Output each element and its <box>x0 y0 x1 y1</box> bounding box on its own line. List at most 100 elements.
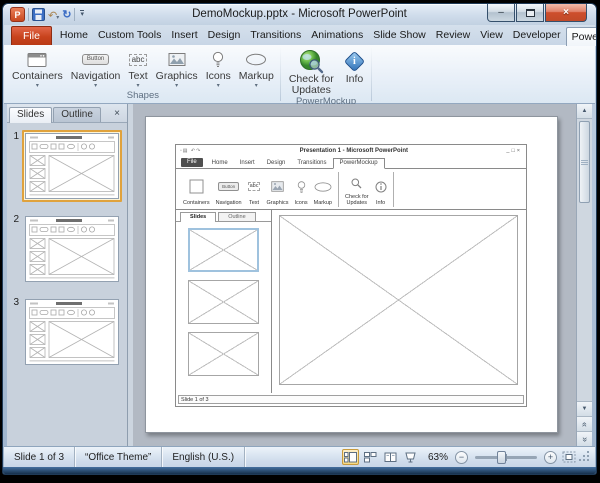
globe-search-icon <box>299 48 324 74</box>
mockup-title: Presentation 1 - Microsoft PowerPoint <box>201 148 506 154</box>
slide-show-view-button[interactable] <box>402 449 419 465</box>
zoom-slider-tick <box>506 454 507 461</box>
screen: P ↶▾ ↻ ▾ DemoMockup.pptx - Microsoft Pow… <box>0 0 600 483</box>
zoom-level[interactable]: 63% <box>428 452 448 463</box>
scrollbar-grip <box>581 162 588 163</box>
tab-design[interactable]: Design <box>203 26 246 45</box>
dropdown-icon: ▾ <box>137 83 140 90</box>
double-chevron-up-icon: « <box>580 421 589 426</box>
button-pill-icon: Button <box>82 48 109 71</box>
slide-thumbnail[interactable] <box>22 213 122 285</box>
fit-to-window-button[interactable] <box>560 449 577 465</box>
tab-file[interactable]: File <box>11 26 52 45</box>
mockup-tab-file: File <box>181 158 203 167</box>
abc-text-icon: abc <box>129 48 148 71</box>
mockup-info-circle-icon <box>375 173 387 200</box>
reading-view-button[interactable] <box>382 449 399 465</box>
mockup-button-pill-icon: Button <box>218 173 239 200</box>
info-button[interactable]: i Info <box>340 46 370 96</box>
slide-sorter-view-button[interactable] <box>362 449 379 465</box>
mockup-tab-home: Home <box>206 159 234 168</box>
vertical-scrollbar: ▲ ▼ « « <box>576 104 592 446</box>
slide-thumbnail-wireframe <box>25 299 119 365</box>
resize-grip[interactable] <box>580 451 591 463</box>
window-bottom-frame <box>3 467 596 474</box>
scrollbar-thumb[interactable] <box>579 121 590 203</box>
slide-number: 2 <box>7 213 22 285</box>
mockup-containers-button: Containers <box>180 171 213 208</box>
tab-developer[interactable]: Developer <box>508 26 566 45</box>
tab-review[interactable]: Review <box>431 26 475 45</box>
mockup-status-bar: Slide 1 of 3 <box>178 395 524 404</box>
slides-panel: Slides Outline × 1 <box>7 104 128 446</box>
mockup-info-button: Info <box>372 171 390 208</box>
tab-transitions[interactable]: Transitions <box>245 26 306 45</box>
normal-view-icon <box>344 452 357 463</box>
mockup-graphics-button: Graphics <box>263 171 291 208</box>
graphics-button[interactable]: Graphics ▾ <box>152 46 202 90</box>
normal-view-button[interactable] <box>342 449 359 465</box>
mockup-tab-insert: Insert <box>234 159 261 168</box>
mockup-lightbulb-icon <box>297 173 306 200</box>
workspace: Slides Outline × 1 <box>3 104 596 446</box>
reading-view-icon <box>384 452 397 463</box>
window-controls: – × <box>487 4 587 22</box>
icons-button[interactable]: Icons ▾ <box>202 46 235 90</box>
shapes-group: Containers ▾ Button Navigation ▾ abc Tex… <box>6 46 280 103</box>
previous-slide-button[interactable]: « <box>577 416 592 431</box>
mockup-magnifier-icon <box>351 173 362 194</box>
slide-thumbnail-wireframe <box>25 133 119 199</box>
check-for-updates-button[interactable]: Check for Updates <box>283 46 340 96</box>
powermockup-group: Check for Updates i Info PowerMockup <box>281 46 371 103</box>
mockup-tab-design: Design <box>261 159 292 168</box>
mockup-tab-row: File Home Insert Design Transitions Powe… <box>176 156 526 168</box>
mockup-thumbnail <box>188 332 259 376</box>
dropdown-icon: ▾ <box>217 83 220 90</box>
tab-view[interactable]: View <box>475 26 508 45</box>
tab-home[interactable]: Home <box>55 26 93 45</box>
zoom-slider-track[interactable] <box>475 456 537 459</box>
zoom-out-button[interactable]: − <box>455 451 468 464</box>
navigation-button[interactable]: Button Navigation ▾ <box>67 46 125 90</box>
mockup-check-updates-button: Check forUpdates <box>342 171 372 208</box>
next-slide-button[interactable]: « <box>577 431 592 446</box>
tab-animations[interactable]: Animations <box>306 26 368 45</box>
slide-thumbnail-selected[interactable] <box>22 130 122 202</box>
group-separator <box>371 48 372 101</box>
maximize-button[interactable] <box>516 4 544 22</box>
language-indicator[interactable]: English (U.S.) <box>162 447 245 467</box>
slide-thumbnail[interactable] <box>22 296 122 368</box>
mockup-picture-icon <box>271 173 284 200</box>
titlebar[interactable]: P ↶▾ ↻ ▾ DemoMockup.pptx - Microsoft Pow… <box>3 4 596 25</box>
minimize-button[interactable]: – <box>487 4 515 22</box>
mockup-body: Slides Outline <box>176 210 526 393</box>
slide-counter[interactable]: Slide 1 of 3 <box>4 447 75 467</box>
tab-custom-tools[interactable]: Custom Tools <box>93 26 166 45</box>
close-button[interactable]: × <box>545 4 587 22</box>
tab-slide-show[interactable]: Slide Show <box>368 26 431 45</box>
tab-insert[interactable]: Insert <box>166 26 202 45</box>
mockup-window-shape[interactable]: ▫▤ ↶↷ Presentation 1 - Microsoft PowerPo… <box>175 144 527 407</box>
mockup-abc-icon: abc <box>248 173 261 200</box>
mockup-titlebar: ▫▤ ↶↷ Presentation 1 - Microsoft PowerPo… <box>176 145 526 156</box>
dropdown-icon: ▾ <box>175 83 178 90</box>
tab-slides[interactable]: Slides <box>9 107 52 123</box>
tab-powermockup[interactable]: PowerMockup <box>566 27 597 46</box>
markup-button[interactable]: Markup ▾ <box>235 46 278 90</box>
status-bar: Slide 1 of 3 “Office Theme” English (U.S… <box>4 446 595 467</box>
scroll-down-icon[interactable]: ▼ <box>577 401 592 416</box>
mockup-ribbon: Containers Button Navigation abc Text <box>176 168 526 210</box>
zoom-slider-thumb[interactable] <box>497 451 506 464</box>
containers-button[interactable]: Containers ▾ <box>8 46 67 90</box>
mockup-window-controls: _□× <box>506 148 522 154</box>
text-button[interactable]: abc Text ▾ <box>124 46 151 90</box>
close-panel-icon[interactable]: × <box>109 108 125 122</box>
mockup-square-icon <box>189 173 204 200</box>
slide-page[interactable]: ▫▤ ↶↷ Presentation 1 - Microsoft PowerPo… <box>145 116 558 433</box>
scroll-up-icon[interactable]: ▲ <box>577 104 592 119</box>
slide-show-icon <box>404 452 417 463</box>
zoom-in-button[interactable]: + <box>544 451 557 464</box>
tab-outline[interactable]: Outline <box>53 107 101 122</box>
theme-name[interactable]: “Office Theme” <box>75 447 162 467</box>
mockup-slide-area <box>272 210 526 393</box>
